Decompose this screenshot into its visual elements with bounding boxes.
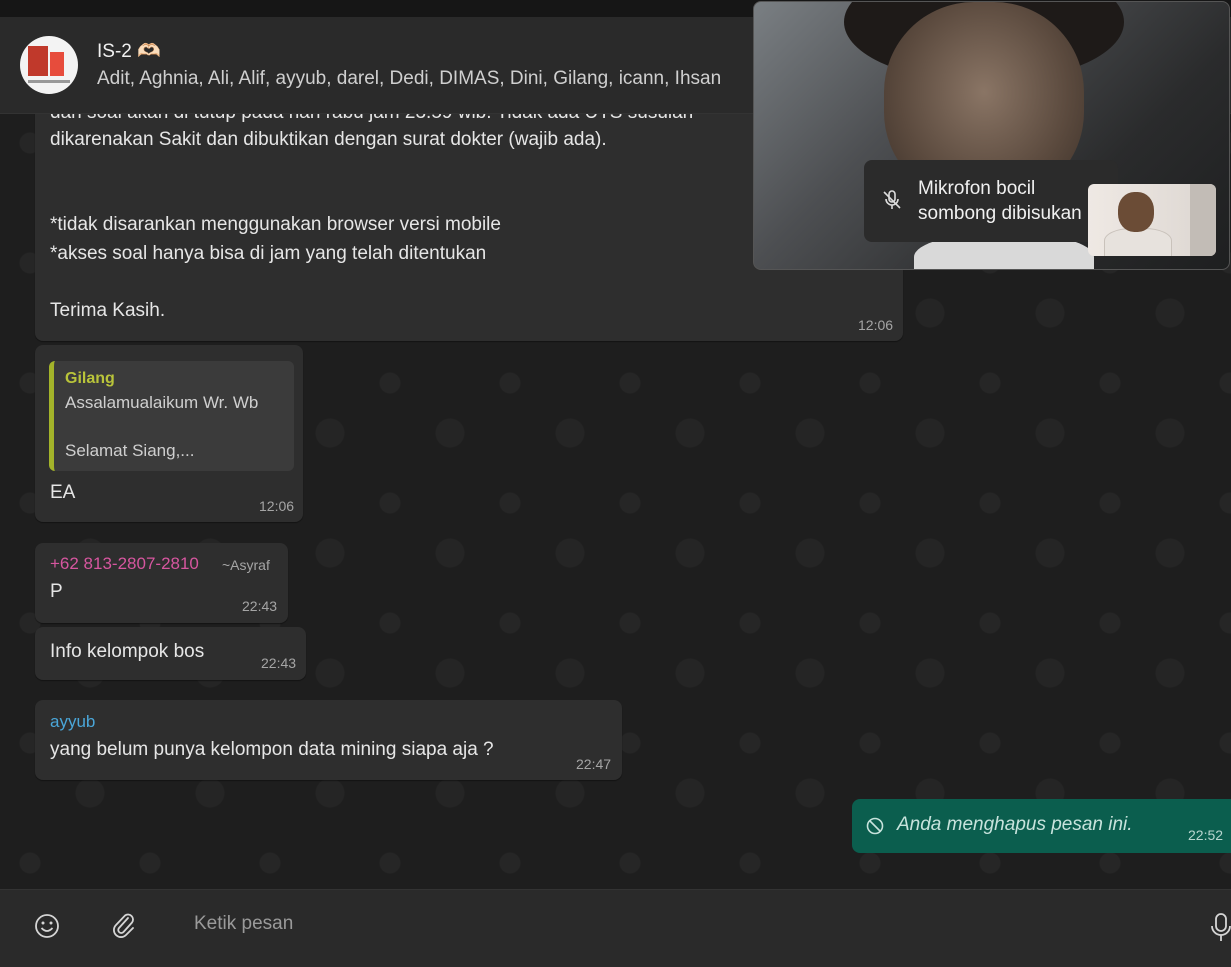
message-time: 22:47 xyxy=(576,756,612,772)
message-text-line: Terima Kasih. xyxy=(50,300,166,321)
message-time: 12:06 xyxy=(259,498,295,514)
video-call-window[interactable]: Mikrofon bocil sombong dibisukan xyxy=(753,1,1230,270)
message-reply[interactable]: Gilang Assalamualaikum Wr. Wb Selamat Si… xyxy=(35,345,303,522)
message-time: 22:43 xyxy=(261,655,297,671)
group-avatar[interactable] xyxy=(20,36,78,94)
message-time: 22:52 xyxy=(1188,827,1224,843)
sender-name[interactable]: ayyub xyxy=(50,712,95,732)
self-video-thumbnail[interactable] xyxy=(1088,184,1216,256)
emoji-icon[interactable] xyxy=(34,913,60,939)
message-text-line: *tidak disarankan menggunakan browser ve… xyxy=(50,214,501,235)
message-composer: Ketik pesan xyxy=(0,889,1231,967)
group-members: Adit, Aghnia, Ali, Alif, ayyub, darel, D… xyxy=(97,68,722,89)
message-text: P xyxy=(50,581,63,602)
message-incoming[interactable]: ayyub yang belum punya kelompon data min… xyxy=(35,700,622,780)
sender-phone[interactable]: +62 813-2807-2810 xyxy=(50,554,199,574)
message-text-line: *akses soal hanya bisa di jam yang telah… xyxy=(50,243,487,264)
mute-notification: Mikrofon bocil sombong dibisukan xyxy=(864,160,1118,242)
message-input[interactable]: Ketik pesan xyxy=(194,913,293,935)
group-name: IS-2 🫶🏻 xyxy=(97,41,161,62)
sender-alias: ~Asyraf xyxy=(222,557,270,573)
quoted-text-line: Assalamualaikum Wr. Wb xyxy=(65,393,259,412)
message-time: 22:43 xyxy=(242,598,278,614)
message-text: yang belum punya kelompon data mining si… xyxy=(50,739,494,760)
message-text: EA xyxy=(50,482,76,503)
quoted-sender: Gilang xyxy=(65,370,115,387)
quoted-text-line: Selamat Siang,... xyxy=(65,441,195,460)
message-incoming[interactable]: +62 813-2807-2810 ~Asyraf P 22:43 xyxy=(35,543,288,623)
mute-notification-line: sombong dibisukan xyxy=(918,203,1082,224)
message-text-line: dikarenakan Sakit dan dibuktikan dengan … xyxy=(50,129,607,150)
message-outgoing-deleted[interactable]: Anda menghapus pesan ini. 22:52 xyxy=(852,799,1231,853)
message-time: 12:06 xyxy=(858,317,894,333)
deleted-message-text: Anda menghapus pesan ini. xyxy=(897,814,1133,835)
microphone-icon[interactable] xyxy=(1210,912,1231,942)
blocked-icon xyxy=(866,817,884,835)
message-text: Info kelompok bos xyxy=(50,641,205,662)
quoted-message[interactable]: Gilang Assalamualaikum Wr. Wb Selamat Si… xyxy=(49,361,294,471)
attachment-icon[interactable] xyxy=(111,912,137,940)
mic-off-icon xyxy=(883,190,901,209)
message-incoming[interactable]: Info kelompok bos 22:43 xyxy=(35,627,306,680)
mute-notification-line: Mikrofon bocil xyxy=(918,178,1036,199)
